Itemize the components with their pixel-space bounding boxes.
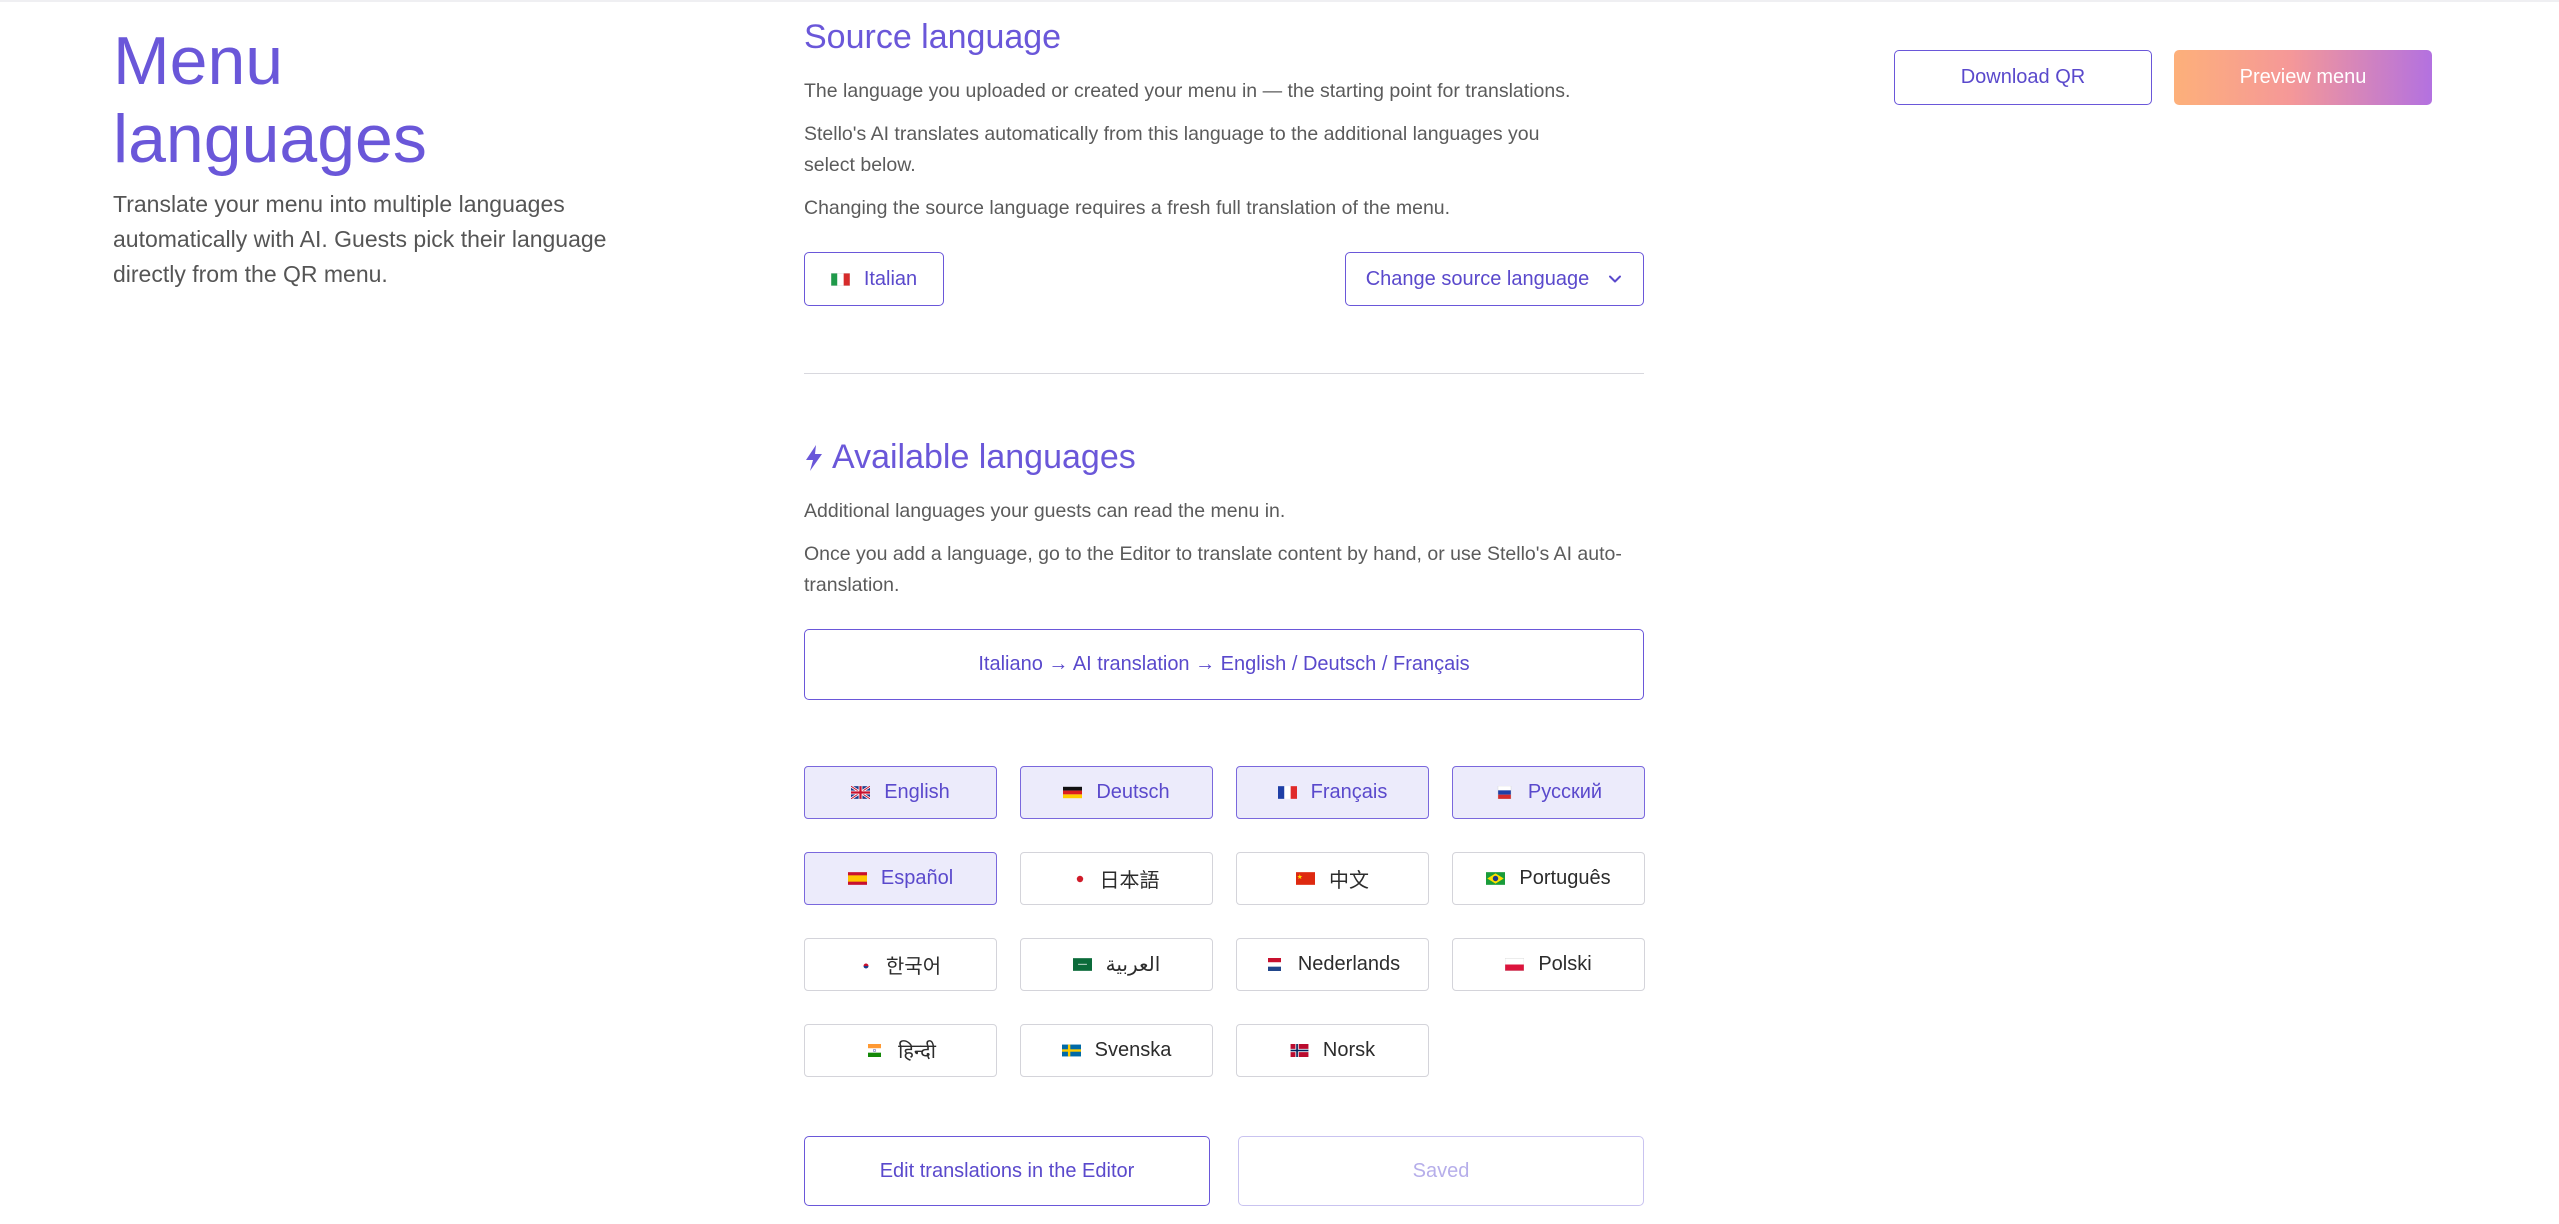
jp-flag-icon	[1073, 872, 1086, 885]
translation-flow-text: Italiano → AI translation → English / De…	[978, 653, 1470, 675]
language-option-espanol[interactable]: Español	[804, 852, 997, 905]
language-option-korean[interactable]: 한국어	[804, 938, 997, 991]
change-source-language-label: Change source language	[1365, 267, 1590, 290]
source-desc-3: Changing the source language requires a …	[804, 197, 1451, 219]
language-option-english[interactable]: English	[804, 766, 997, 819]
uk-flag-icon	[851, 786, 871, 799]
cn-flag-icon	[1296, 872, 1315, 885]
language-option-hindi[interactable]: हिन्दी	[804, 1024, 997, 1077]
current-source-language[interactable]: Italian	[804, 252, 944, 306]
language-option-deutsch[interactable]: Deutsch	[1020, 766, 1213, 819]
language-option-japanese[interactable]: 日本語	[1020, 852, 1213, 905]
language-label: Polski	[1538, 953, 1592, 975]
language-label: 日本語	[1099, 870, 1160, 892]
language-option-francais[interactable]: Français	[1236, 766, 1429, 819]
available-languages-title: Available languages	[804, 438, 1136, 477]
de-flag-icon	[1063, 786, 1083, 799]
language-label: 中文	[1329, 870, 1369, 892]
translation-flow-box: Italiano → AI translation → English / De…	[804, 629, 1644, 700]
page-description: Translate your menu into multiple langua…	[113, 191, 607, 287]
language-option-arabic[interactable]: العربية	[1020, 938, 1213, 991]
language-option-russian[interactable]: Русский	[1452, 766, 1645, 819]
fr-flag-icon	[1277, 786, 1297, 799]
available-languages-title-text: Available languages	[832, 438, 1136, 476]
es-flag-icon	[847, 872, 867, 885]
section-divider	[804, 373, 1644, 374]
language-label: Русский	[1527, 781, 1603, 803]
kr-flag-icon	[859, 958, 872, 971]
source-language-title-text: Source language	[804, 18, 1062, 56]
change-source-language-dropdown[interactable]: Change source language	[1345, 252, 1644, 306]
language-option-nederlands[interactable]: Nederlands	[1236, 938, 1429, 991]
saved-button: Saved	[1238, 1136, 1644, 1206]
page-title: Menu languages	[113, 23, 427, 177]
language-option-norsk[interactable]: Norsk	[1236, 1024, 1429, 1077]
language-label: Deutsch	[1096, 781, 1170, 803]
in-flag-icon	[868, 1044, 882, 1057]
language-label: English	[884, 781, 950, 803]
available-desc-2: Once you add a language, go to the Edito…	[804, 543, 1622, 596]
language-label: العربية	[1105, 954, 1161, 976]
br-flag-icon	[1486, 872, 1506, 885]
edit-translations-button[interactable]: Edit translations in the Editor	[804, 1136, 1210, 1206]
pl-flag-icon	[1505, 958, 1525, 971]
source-language-title: Source language	[804, 18, 1061, 57]
language-option-polski[interactable]: Polski	[1452, 938, 1645, 991]
language-label: Español	[880, 867, 954, 889]
source-desc-2: Stello's AI translates automatically fro…	[804, 123, 1540, 176]
sa-flag-icon	[1072, 958, 1092, 971]
language-label: हिन्दी	[898, 1041, 936, 1063]
preview-menu-button[interactable]: Preview menu	[2174, 50, 2432, 105]
language-label: Français	[1310, 781, 1388, 803]
source-desc-1: The language you uploaded or created you…	[804, 80, 1571, 102]
lightning-icon	[806, 444, 822, 471]
no-flag-icon	[1290, 1044, 1309, 1057]
language-label: Svenska	[1094, 1039, 1172, 1061]
nl-flag-icon	[1267, 958, 1281, 971]
language-label: 한국어	[885, 956, 942, 978]
chevron-down-icon	[1609, 275, 1622, 283]
language-label: Português	[1519, 867, 1611, 889]
language-label: Nederlands	[1297, 953, 1401, 975]
language-option-chinese[interactable]: 中文	[1236, 852, 1429, 905]
language-label: Norsk	[1322, 1039, 1376, 1061]
it-flag-icon	[830, 272, 850, 286]
language-option-portugues[interactable]: Português	[1452, 852, 1645, 905]
current-source-language-label: Italian	[863, 267, 918, 290]
se-flag-icon	[1061, 1044, 1081, 1057]
ru-flag-icon	[1497, 786, 1512, 799]
download-qr-button[interactable]: Download QR	[1894, 50, 2152, 105]
language-option-svenska[interactable]: Svenska	[1020, 1024, 1213, 1077]
available-desc-1: Additional languages your guests can rea…	[804, 500, 1286, 522]
